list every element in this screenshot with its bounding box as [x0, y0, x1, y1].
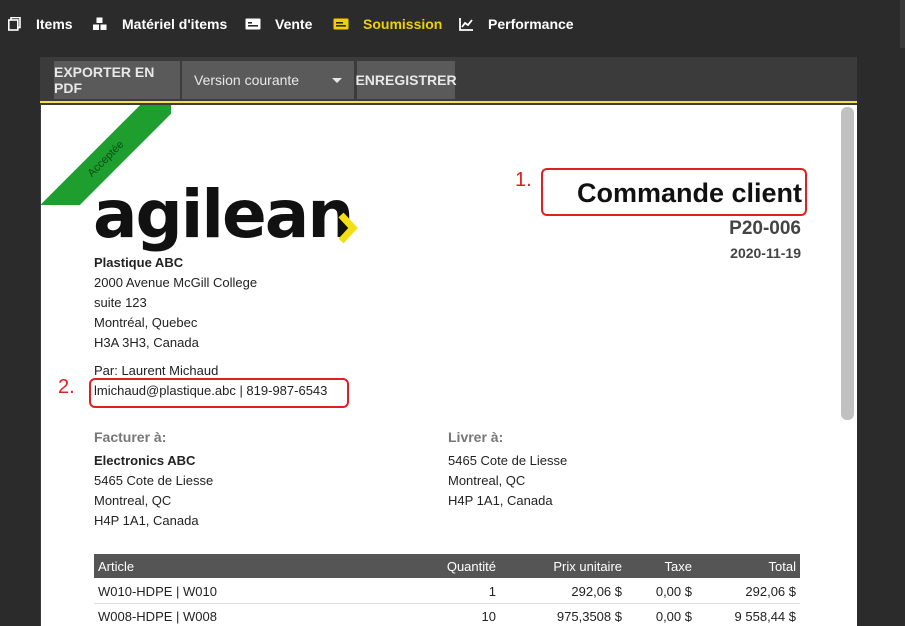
nav-item-items[interactable]: Items [6, 15, 73, 33]
nav-item-soumission[interactable]: Soumission [333, 15, 442, 33]
bill-to-address: 5465 Cote de Liesse [94, 473, 214, 488]
col-unit-price: Prix unitaire [553, 559, 622, 574]
cell-tax: 0,00 $ [655, 609, 692, 624]
seller-address-2: suite 123 [94, 295, 147, 310]
nav-item-vente[interactable]: Vente [245, 15, 312, 33]
version-select[interactable]: Version courante [182, 61, 354, 99]
bill-to-postal: H4P 1A1, Canada [94, 513, 199, 528]
ship-to-address: 5465 Cote de Liesse [448, 453, 568, 468]
nav-item-materiel[interactable]: Matériel d'items [92, 15, 227, 33]
copy-icon [6, 17, 22, 31]
nav-item-label: Matériel d'items [122, 16, 228, 32]
chevron-down-icon [332, 78, 342, 83]
svg-text:agilean: agilean [93, 177, 352, 253]
nav-item-label: Performance [488, 16, 574, 32]
cell-unit-price: 975,3508 $ [556, 609, 622, 624]
quote-document: Acceptée agilean Commande client P20-006… [41, 105, 838, 626]
annotation-box-contact [89, 378, 349, 408]
items-table-header: Article Quantité Prix unitaire Taxe Tota… [94, 554, 800, 578]
cell-total: 9 558,44 $ [734, 609, 796, 624]
col-quantity: Quantité [446, 559, 496, 574]
seller-postal: H3A 3H3, Canada [94, 335, 199, 350]
cell-quantity: 10 [481, 609, 496, 624]
document-number: P20-006 [729, 218, 801, 239]
nav-item-performance[interactable]: Performance [458, 15, 574, 33]
version-select-value: Version courante [194, 72, 300, 88]
bill-to-heading: Facturer à: [94, 429, 167, 445]
document-date: 2020-11-19 [730, 245, 801, 261]
ship-to-city: Montreal, QC [448, 473, 526, 488]
annotation-number-1: 1. [515, 169, 532, 191]
export-pdf-button[interactable]: EXPORTER EN PDF [54, 61, 180, 99]
table-row: W008-HDPE | W008 10 975,3508 $ 0,00 $ 9 … [94, 604, 800, 626]
nav-item-label: Vente [275, 16, 313, 32]
ship-to-heading: Livrer à: [448, 429, 504, 445]
top-navigation: Items Matériel d'items Vente Soumission … [0, 0, 905, 48]
company-logo: agilean [93, 176, 363, 262]
card-icon [245, 17, 261, 31]
col-article: Article [98, 559, 135, 574]
nav-item-label: Items [36, 16, 73, 32]
col-total: Total [768, 559, 796, 574]
cell-article: W010-HDPE | W010 [98, 584, 217, 599]
ticket-icon [333, 17, 349, 31]
chart-icon [458, 17, 474, 31]
ship-to-postal: H4P 1A1, Canada [448, 493, 553, 508]
cell-quantity: 1 [488, 584, 496, 599]
seller-city: Montréal, Quebec [94, 315, 198, 330]
cell-tax: 0,00 $ [655, 584, 692, 599]
table-row: W010-HDPE | W010 1 292,06 $ 0,00 $ 292,0… [94, 579, 800, 604]
cell-article: W008-HDPE | W008 [98, 609, 217, 624]
bill-to-name: Electronics ABC [94, 453, 196, 468]
nav-item-label: Soumission [363, 16, 443, 32]
seller-name: Plastique ABC [94, 255, 184, 270]
cubes-icon [92, 17, 108, 31]
bill-to-city: Montreal, QC [94, 493, 172, 508]
cell-total: 292,06 $ [745, 584, 796, 599]
col-tax: Taxe [664, 559, 692, 574]
save-button[interactable]: ENREGISTRER [355, 61, 457, 99]
document-scrollbar-thumb[interactable] [841, 107, 854, 420]
cell-unit-price: 292,06 $ [571, 584, 622, 599]
document-toolbar: EXPORTER EN PDF Version courante ENREGIS… [40, 57, 857, 103]
annotation-number-2: 2. [58, 376, 75, 398]
seller-rep: Par: Laurent Michaud [94, 363, 219, 378]
annotation-box-title [541, 168, 807, 216]
window-edge [900, 0, 905, 48]
seller-address-1: 2000 Avenue McGill College [94, 275, 258, 290]
